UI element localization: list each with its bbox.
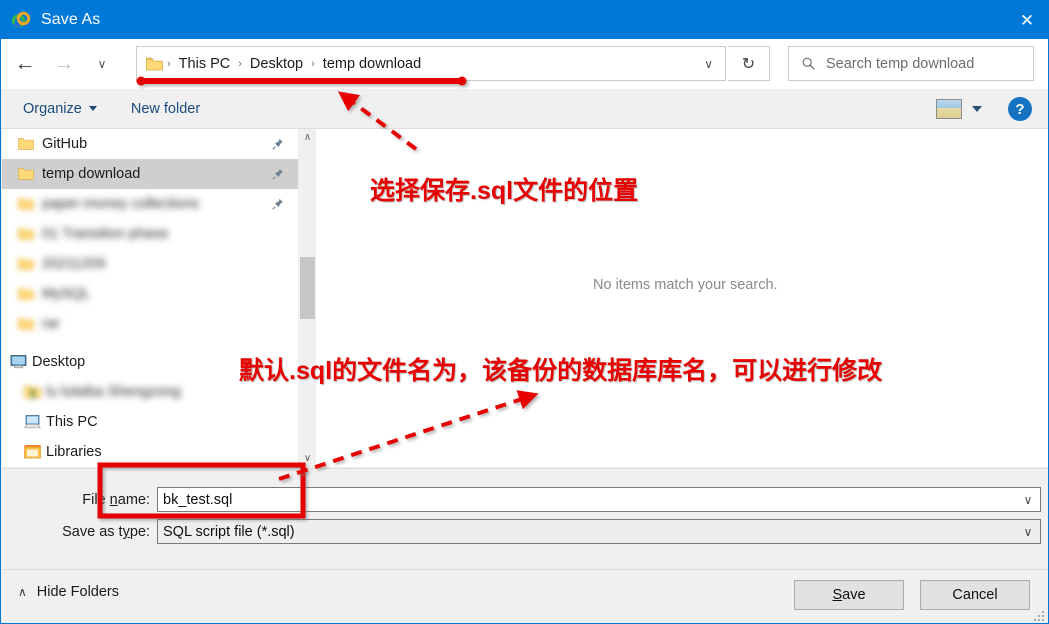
nav-item-this-pc[interactable]: This PC bbox=[2, 407, 298, 437]
refresh-button[interactable]: ↻ bbox=[728, 46, 770, 81]
navicat-rings-icon bbox=[11, 10, 31, 30]
breadcrumb-separator: › bbox=[167, 57, 171, 70]
help-button[interactable]: ? bbox=[1008, 97, 1032, 121]
desktop-icon bbox=[10, 354, 27, 369]
scroll-down-icon[interactable]: ∨ bbox=[299, 450, 316, 467]
breadcrumb-item-desktop[interactable]: Desktop bbox=[244, 54, 309, 74]
nav-item-label: 01 Transition phase bbox=[42, 226, 169, 242]
navigation-pane: GitHub temp download paper-money collect… bbox=[2, 129, 298, 467]
recent-locations-icon[interactable]: ∨ bbox=[88, 49, 116, 79]
nav-item-blurred-1[interactable]: paper-money collections bbox=[2, 189, 298, 219]
folder-icon bbox=[18, 257, 34, 270]
back-icon[interactable]: ← bbox=[11, 49, 39, 79]
file-name-label: File name: bbox=[82, 492, 150, 508]
nav-item-label: Libraries bbox=[46, 444, 102, 460]
new-folder-button[interactable]: New folder bbox=[123, 97, 208, 121]
chevron-down-icon[interactable]: ∨ bbox=[1016, 520, 1040, 543]
folder-icon bbox=[18, 197, 34, 210]
hide-folders-button[interactable]: ∧ Hide Folders bbox=[18, 584, 119, 600]
close-button[interactable]: ✕ bbox=[1004, 1, 1048, 39]
file-name-input[interactable]: bk_test.sql ∨ bbox=[157, 487, 1041, 512]
chevron-up-icon: ∧ bbox=[18, 585, 27, 599]
save-form: File name: bk_test.sql ∨ Save as type: S… bbox=[2, 468, 1048, 569]
chevron-down-icon[interactable]: ∨ bbox=[704, 57, 713, 71]
command-bar: Organize New folder ? bbox=[1, 89, 1048, 129]
hide-folders-label: Hide Folders bbox=[36, 584, 119, 600]
scrollbar-thumb[interactable] bbox=[300, 257, 315, 319]
nav-item-label: paper-money collections bbox=[42, 196, 200, 212]
dialog-footer: ∧ Hide Folders Save Cancel bbox=[2, 569, 1048, 623]
pin-icon[interactable] bbox=[272, 168, 284, 180]
nav-item-label: rar bbox=[42, 316, 60, 332]
save-button[interactable]: Save bbox=[794, 580, 904, 610]
save-as-type-select[interactable]: SQL script file (*.sql) ∨ bbox=[157, 519, 1041, 544]
folder-icon bbox=[146, 57, 163, 71]
annotation-note-filename: 默认.sql的文件名为，该备份的数据库库名，可以进行修改 bbox=[239, 357, 883, 385]
pin-icon[interactable] bbox=[272, 198, 284, 210]
breadcrumb-separator: › bbox=[238, 57, 242, 70]
title-bar: Save As ✕ bbox=[1, 1, 1048, 39]
file-name-value[interactable]: bk_test.sql bbox=[158, 492, 232, 508]
forward-icon[interactable]: → bbox=[50, 49, 78, 79]
chevron-down-icon[interactable]: ∨ bbox=[1016, 488, 1040, 511]
folder-icon bbox=[18, 167, 34, 180]
chevron-down-icon bbox=[88, 106, 97, 111]
nav-item-github[interactable]: GitHub bbox=[2, 129, 298, 159]
organize-label: Organize bbox=[23, 100, 82, 117]
nav-item-libraries[interactable]: Libraries bbox=[2, 437, 298, 467]
breadcrumb-separator: › bbox=[311, 57, 315, 70]
nav-item-blurred-4[interactable]: MySQL bbox=[2, 279, 298, 309]
scroll-up-icon[interactable]: ∧ bbox=[299, 129, 316, 146]
breadcrumb-item-this-pc[interactable]: This PC bbox=[173, 54, 237, 74]
nav-item-label: temp download bbox=[42, 166, 141, 182]
window-title: Save As bbox=[41, 11, 101, 28]
organize-button[interactable]: Organize bbox=[15, 97, 105, 121]
nav-item-label: lu lulaiba Shengzong bbox=[46, 384, 181, 400]
empty-message: No items match your search. bbox=[593, 277, 778, 293]
cancel-button[interactable]: Cancel bbox=[920, 580, 1030, 610]
new-folder-label: New folder bbox=[130, 100, 201, 117]
search-box[interactable]: Search temp download bbox=[788, 46, 1034, 81]
nav-item-label: MySQL bbox=[42, 286, 91, 302]
nav-pane-scrollbar[interactable]: ∧ ∨ bbox=[298, 129, 315, 467]
annotation-note-location: 选择保存.sql文件的位置 bbox=[370, 177, 639, 205]
nav-item-label: Desktop bbox=[32, 354, 86, 370]
view-thumbnail-icon[interactable] bbox=[936, 99, 962, 119]
search-icon bbox=[802, 57, 815, 70]
chevron-down-icon[interactable] bbox=[972, 106, 982, 112]
nav-item-blurred-2[interactable]: 01 Transition phase bbox=[2, 219, 298, 249]
address-bar[interactable]: › This PC › Desktop › temp download ∨ bbox=[136, 46, 726, 81]
nav-item-blurred-5[interactable]: rar bbox=[2, 309, 298, 339]
nav-item-label: GitHub bbox=[42, 136, 88, 152]
libraries-icon bbox=[24, 444, 41, 459]
resize-grip[interactable] bbox=[1033, 611, 1045, 623]
this-pc-icon bbox=[24, 414, 41, 429]
nav-item-temp-download[interactable]: temp download bbox=[2, 159, 298, 189]
save-as-type-value[interactable]: SQL script file (*.sql) bbox=[158, 524, 295, 540]
folder-icon bbox=[18, 317, 34, 330]
folder-icon bbox=[18, 227, 34, 240]
save-as-dialog: Save As ✕ ← → ∨ ↑ › This PC › Desktop › … bbox=[0, 0, 1049, 624]
nav-item-label: This PC bbox=[46, 414, 98, 430]
user-folder-icon bbox=[24, 384, 41, 399]
nav-item-blurred-3[interactable]: 20211209 bbox=[2, 249, 298, 279]
folder-icon bbox=[18, 137, 34, 150]
folder-icon bbox=[18, 287, 34, 300]
pin-icon[interactable] bbox=[272, 138, 284, 150]
breadcrumb-item-temp-download[interactable]: temp download bbox=[317, 54, 427, 74]
save-as-type-label: Save as type: bbox=[62, 524, 150, 540]
nav-item-label: 20211209 bbox=[42, 256, 106, 272]
search-input-placeholder[interactable]: Search temp download bbox=[826, 56, 974, 72]
